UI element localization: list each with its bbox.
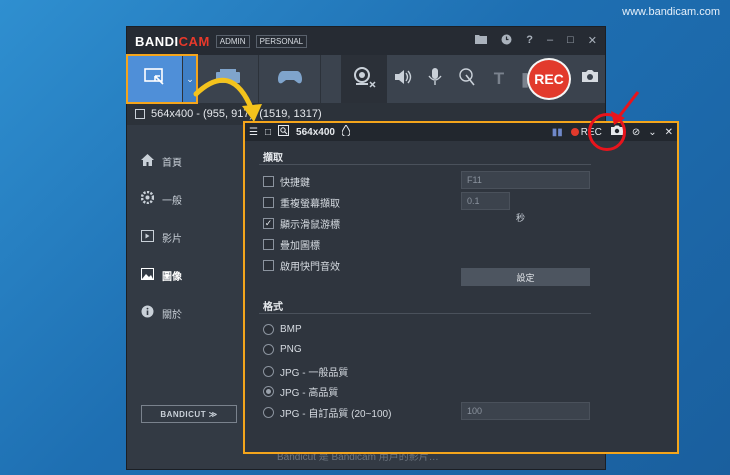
yellow-arrow-head	[242, 104, 262, 122]
annotation-arrows	[193, 77, 640, 125]
red-arrow	[616, 91, 640, 119]
yellow-arrow	[193, 77, 255, 113]
